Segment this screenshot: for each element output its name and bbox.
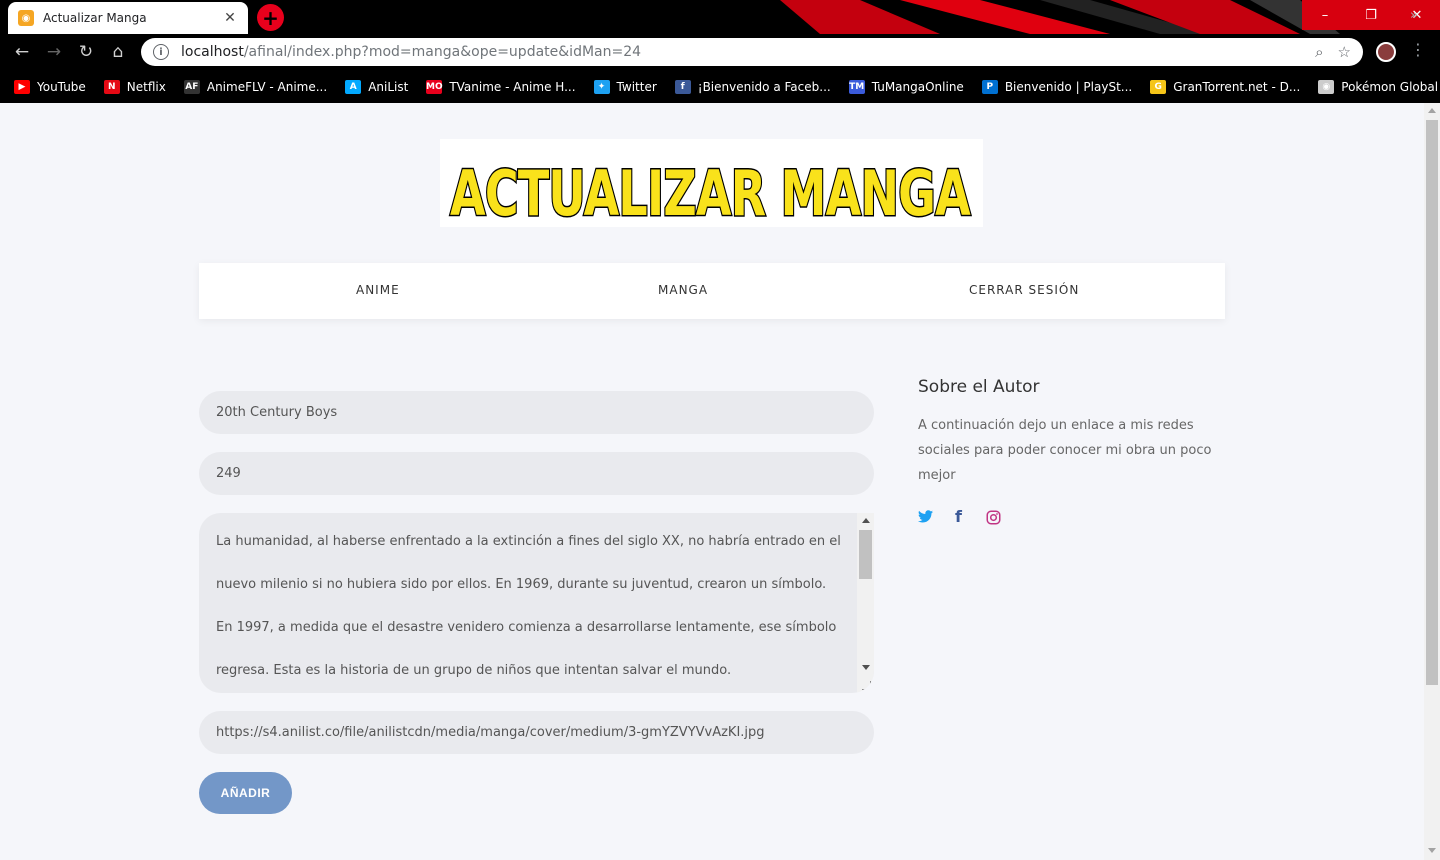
- bookmark-label: GranTorrent.net - D...: [1173, 79, 1301, 94]
- tab-title: Actualizar Manga: [43, 11, 147, 25]
- bookmark-label: TuMangaOnline: [871, 79, 964, 94]
- bookmark-label: Netflix: [126, 79, 166, 94]
- instagram-icon[interactable]: [986, 510, 1001, 529]
- reload-icon[interactable]: ↻: [74, 40, 98, 64]
- bookmark-facebook[interactable]: f ¡Bienvenido a Faceb...: [674, 79, 831, 94]
- nav-anime[interactable]: ANIME: [356, 283, 400, 297]
- tab-favicon-icon: ◉: [18, 10, 34, 26]
- bookmark-label: TVanime - Anime H...: [449, 79, 576, 94]
- bookmark-twitter[interactable]: ✦ Twitter: [593, 79, 657, 94]
- anilist-icon: A: [345, 79, 362, 94]
- netflix-icon: N: [103, 79, 120, 94]
- title-input[interactable]: [199, 391, 874, 434]
- bookmark-netflix[interactable]: N Netflix: [103, 79, 166, 94]
- playstation-icon: P: [981, 79, 998, 94]
- youtube-icon: ▶: [14, 79, 30, 94]
- nav-manga[interactable]: MANGA: [658, 283, 708, 297]
- bookmark-label: AniList: [368, 79, 409, 94]
- bookmark-animeflv[interactable]: AF AnimeFLV - Anime...: [183, 79, 328, 94]
- bookmark-label: YouTube: [37, 79, 86, 94]
- image-url-input[interactable]: [199, 711, 874, 754]
- address-bar[interactable]: i localhost/afinal/index.php?mod=manga&o…: [141, 38, 1363, 66]
- bookmark-label: Twitter: [616, 79, 657, 94]
- synopsis-textarea[interactable]: La humanidad, al haberse enfrentado a la…: [199, 513, 874, 693]
- scroll-thumb[interactable]: [859, 530, 872, 579]
- aside-text: A continuación dejo un enlace a mis rede…: [918, 418, 1212, 483]
- back-arrow-icon[interactable]: ←: [10, 40, 34, 64]
- browser-tabstrip: ◉ Actualizar Manga ✕ + – ❐ ✕: [0, 0, 1440, 34]
- bookmark-pokemon[interactable]: ◉ Pokémon Global Link: [1318, 79, 1440, 94]
- synopsis-text[interactable]: La humanidad, al haberse enfrentado a la…: [216, 520, 846, 692]
- scroll-down-icon[interactable]: [1428, 848, 1436, 853]
- resize-handle-icon[interactable]: [857, 677, 874, 693]
- tvanime-icon: MO: [426, 79, 443, 94]
- grantorrent-icon: G: [1150, 79, 1167, 94]
- tab-close-icon[interactable]: ✕: [222, 10, 238, 26]
- twitter-icon: ✦: [593, 79, 610, 94]
- scroll-down-icon[interactable]: [862, 665, 870, 670]
- minimize-button[interactable]: –: [1302, 0, 1348, 30]
- twitter-icon[interactable]: [918, 510, 933, 527]
- add-button[interactable]: AÑADIR: [199, 772, 292, 814]
- bookmark-anilist[interactable]: A AniList: [345, 79, 409, 94]
- page-banner: ACTUALIZAR MANGA: [440, 139, 983, 227]
- bookmark-star-icon[interactable]: ☆: [1338, 43, 1351, 61]
- page-viewport: ACTUALIZAR MANGA ANIME MANGA CERRAR SESI…: [0, 103, 1424, 860]
- bookmarks-bar: ▶ YouTube N Netflix AF AnimeFLV - Anime... A An…: [0, 70, 1440, 103]
- site-nav: ANIME MANGA CERRAR SESIÓN: [199, 263, 1225, 319]
- bookmark-tumangaonline[interactable]: TM TuMangaOnline: [848, 79, 964, 94]
- new-tab-button[interactable]: +: [257, 4, 284, 31]
- bookmark-grantorrent[interactable]: G GranTorrent.net - D...: [1150, 79, 1301, 94]
- synopsis-scrollbar[interactable]: [857, 513, 874, 693]
- scroll-up-icon[interactable]: [862, 518, 870, 523]
- site-info-icon[interactable]: i: [153, 44, 169, 60]
- facebook-icon[interactable]: f: [955, 507, 962, 526]
- banner-logo: ACTUALIZAR MANGA: [449, 156, 974, 228]
- scroll-up-icon[interactable]: [1428, 108, 1436, 113]
- facebook-icon: f: [674, 79, 691, 94]
- profile-avatar[interactable]: [1376, 42, 1396, 62]
- bookmarks-overflow-icon[interactable]: »: [1410, 8, 1418, 23]
- animeflv-icon: AF: [183, 79, 200, 94]
- bookmark-label: Pokémon Global Link: [1341, 79, 1440, 94]
- home-icon[interactable]: ⌂: [106, 40, 130, 64]
- bookmark-label: AnimeFLV - Anime...: [206, 79, 328, 94]
- forward-arrow-icon[interactable]: →: [42, 40, 66, 64]
- bookmark-youtube[interactable]: ▶ YouTube: [14, 79, 86, 94]
- tumangaonline-icon: TM: [848, 79, 865, 94]
- svg-text:ACTUALIZAR MANGA: ACTUALIZAR MANGA: [450, 157, 971, 227]
- maximize-button[interactable]: ❐: [1348, 0, 1394, 30]
- pokemon-icon: ◉: [1318, 79, 1335, 94]
- chapters-input[interactable]: [199, 452, 874, 495]
- bookmark-tvanime[interactable]: MO TVanime - Anime H...: [426, 79, 576, 94]
- page-scrollbar[interactable]: [1424, 103, 1440, 860]
- page-scroll-thumb[interactable]: [1426, 120, 1438, 685]
- bookmark-label: Bienvenido | PlaySt...: [1004, 79, 1133, 94]
- browser-tab-active[interactable]: ◉ Actualizar Manga ✕: [8, 2, 248, 34]
- aside-title: Sobre el Autor: [918, 377, 1040, 397]
- nav-logout[interactable]: CERRAR SESIÓN: [969, 283, 1079, 297]
- browser-toolbar: ← → ↻ ⌂ i localhost/afinal/index.php?mod…: [0, 34, 1440, 70]
- zoom-icon[interactable]: ⌕: [1315, 43, 1323, 61]
- bookmark-playstation[interactable]: P Bienvenido | PlaySt...: [981, 79, 1133, 94]
- bookmark-label: ¡Bienvenido a Faceb...: [697, 79, 831, 94]
- url-text[interactable]: localhost/afinal/index.php?mod=manga&ope…: [181, 44, 1301, 60]
- browser-menu-icon[interactable]: ⋮: [1410, 40, 1426, 59]
